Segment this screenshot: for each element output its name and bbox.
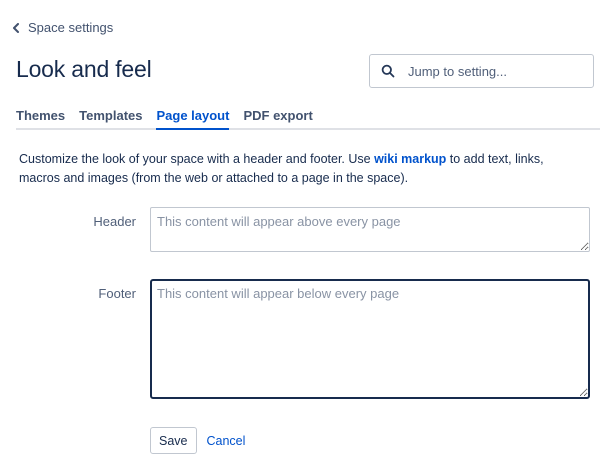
- footer-textarea[interactable]: [150, 279, 590, 399]
- tab-pdf-export[interactable]: PDF export: [243, 108, 312, 128]
- tab-templates[interactable]: Templates: [79, 108, 142, 128]
- footer-label: Footer: [98, 286, 136, 301]
- wiki-markup-link[interactable]: wiki markup: [374, 152, 446, 166]
- tab-page-layout[interactable]: Page layout: [156, 108, 230, 130]
- tab-themes[interactable]: Themes: [16, 108, 65, 128]
- jump-to-setting-search[interactable]: [369, 54, 594, 88]
- save-button[interactable]: Save: [150, 427, 197, 454]
- settings-tabs: Themes Templates Page layout PDF export: [16, 108, 600, 130]
- search-input[interactable]: [402, 62, 582, 80]
- description-text-start: Customize the look of your space with a …: [19, 152, 375, 166]
- form-actions: Save Cancel: [150, 427, 247, 454]
- chevron-left-icon: [13, 22, 19, 33]
- cancel-button[interactable]: Cancel: [205, 434, 248, 448]
- page-title: Look and feel: [16, 56, 152, 82]
- header-label: Header: [93, 214, 136, 229]
- header-textarea[interactable]: [150, 207, 590, 252]
- search-icon: [374, 64, 402, 78]
- back-to-space-settings-link[interactable]: Space settings: [12, 20, 113, 35]
- layout-description: Customize the look of your space with a …: [19, 150, 579, 188]
- back-link-label: Space settings: [28, 20, 114, 35]
